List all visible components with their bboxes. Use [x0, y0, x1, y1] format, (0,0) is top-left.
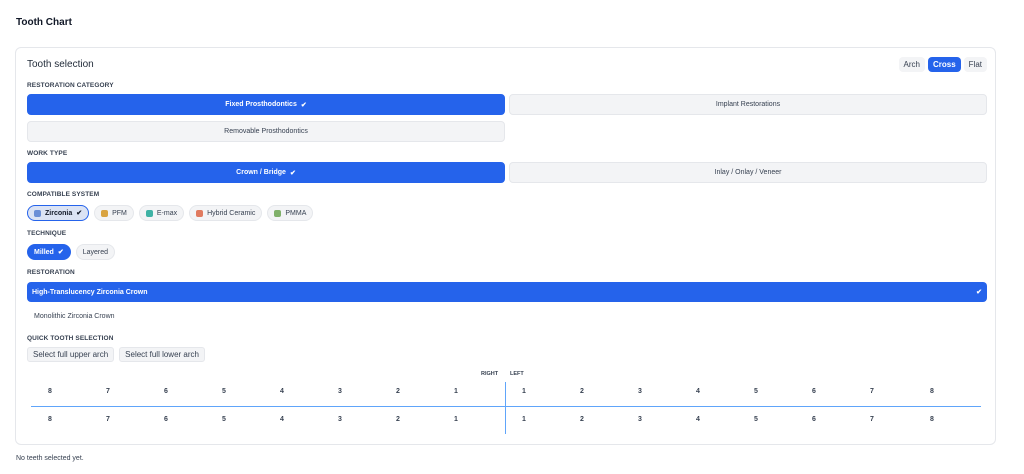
fixed-prosthodontics-button[interactable]: Fixed Prosthodontics ✔	[27, 94, 505, 115]
tooth-upper-left-6[interactable]: 6	[799, 388, 829, 395]
technique-layered-button[interactable]: Layered	[75, 244, 116, 260]
tooth-upper-right-3[interactable]: 3	[325, 388, 355, 395]
tooth-lower-left-1[interactable]: 1	[509, 416, 539, 423]
tooth-lower-left-6[interactable]: 6	[799, 416, 829, 423]
work-type-label: WORK TYPE	[27, 150, 68, 157]
selection-status: No teeth selected yet.	[16, 455, 84, 462]
checkmark-icon: ✔	[289, 169, 296, 177]
checkmark-icon: ✔	[300, 101, 307, 109]
select-upper-arch-button[interactable]: Select full upper arch	[27, 347, 115, 362]
technique-label: TECHNIQUE	[27, 230, 67, 237]
removable-prosthodontics-label: Removable Prosthodontics	[224, 128, 308, 135]
tooth-lower-left-2[interactable]: 2	[567, 416, 597, 423]
restoration-option-label: Monolithic Zirconia Crown	[34, 312, 115, 320]
card-title: Tooth selection	[27, 59, 94, 70]
crown-bridge-label: Crown / Bridge	[236, 169, 286, 176]
tooth-upper-left-7[interactable]: 7	[857, 388, 887, 395]
left-side-label: LEFT	[510, 371, 524, 377]
restoration-option-label: High-Translucency Zirconia Crown	[32, 288, 148, 296]
tooth-lower-left-7[interactable]: 7	[857, 416, 887, 423]
tooth-upper-left-4[interactable]: 4	[683, 388, 713, 395]
checkmark-icon: ✔	[57, 249, 64, 256]
compatible-system-chips: Zirconia ✔ PFM E-max Hybrid Ceramic PMMA	[27, 205, 314, 221]
tooth-upper-left-2[interactable]: 2	[567, 388, 597, 395]
tooth-lower-left-4[interactable]: 4	[683, 416, 713, 423]
right-side-label: RIGHT	[481, 371, 499, 377]
inlay-onlay-veneer-label: Inlay / Onlay / Veneer	[714, 169, 782, 176]
emax-swatch-icon	[145, 209, 153, 217]
tooth-lower-right-8[interactable]: 8	[35, 416, 65, 423]
tooth-upper-left-8[interactable]: 8	[917, 388, 947, 395]
system-chip-label: Zirconia	[45, 209, 73, 217]
tooth-upper-right-4[interactable]: 4	[267, 388, 297, 395]
tooth-upper-right-7[interactable]: 7	[93, 388, 123, 395]
inlay-onlay-veneer-button[interactable]: Inlay / Onlay / Veneer	[509, 162, 987, 183]
view-cross-button[interactable]: Cross	[927, 57, 961, 72]
checkmark-icon: ✔	[76, 210, 83, 217]
tooth-upper-right-8[interactable]: 8	[35, 388, 65, 395]
tooth-upper-right-1[interactable]: 1	[441, 388, 471, 395]
system-chip-hybrid-ceramic[interactable]: Hybrid Ceramic	[189, 205, 263, 221]
crown-bridge-button[interactable]: Crown / Bridge ✔	[27, 162, 505, 183]
system-chip-label: PMMA	[285, 209, 307, 217]
hybrid-ceramic-swatch-icon	[196, 209, 204, 217]
pfm-swatch-icon	[101, 209, 109, 217]
view-flat-button[interactable]: Flat	[963, 57, 987, 72]
restoration-category-label: RESTORATION CATEGORY	[27, 82, 114, 89]
system-chip-label: E-max	[156, 209, 178, 217]
technique-chips: Milled ✔ Layered	[27, 244, 116, 260]
select-lower-arch-button[interactable]: Select full lower arch	[119, 347, 205, 362]
implant-restorations-label: Implant Restorations	[715, 101, 781, 108]
fixed-prosthodontics-label: Fixed Prosthodontics	[225, 101, 297, 108]
view-toggle: Arch Cross Flat	[898, 57, 987, 72]
tooth-lower-right-1[interactable]: 1	[441, 416, 471, 423]
removable-prosthodontics-button[interactable]: Removable Prosthodontics	[27, 121, 505, 142]
tooth-lower-right-7[interactable]: 7	[93, 416, 123, 423]
tooth-upper-left-5[interactable]: 5	[741, 388, 771, 395]
technique-milled-button[interactable]: Milled ✔	[27, 244, 71, 260]
system-chip-label: Hybrid Ceramic	[207, 209, 256, 217]
technique-layered-label: Layered	[82, 248, 109, 256]
implant-restorations-button[interactable]: Implant Restorations	[509, 94, 987, 115]
quick-selection-buttons: Select full upper arch Select full lower…	[27, 347, 205, 362]
system-chip-pfm[interactable]: PFM	[94, 205, 134, 221]
tooth-upper-right-5[interactable]: 5	[209, 388, 239, 395]
tooth-selection-card: Tooth selection Arch Cross Flat RESTORAT…	[15, 47, 996, 445]
tooth-lower-left-8[interactable]: 8	[917, 416, 947, 423]
tooth-lower-right-3[interactable]: 3	[325, 416, 355, 423]
system-chip-emax[interactable]: E-max	[138, 205, 185, 221]
restoration-option[interactable]: Monolithic Zirconia Crown	[29, 306, 989, 326]
tooth-lower-right-2[interactable]: 2	[383, 416, 413, 423]
tooth-upper-left-3[interactable]: 3	[625, 388, 655, 395]
occlusal-divider	[31, 406, 981, 407]
technique-milled-label: Milled	[34, 248, 54, 256]
restoration-label: RESTORATION	[27, 269, 75, 276]
checkmark-icon: ✔	[976, 289, 982, 296]
tooth-lower-right-4[interactable]: 4	[267, 416, 297, 423]
quick-tooth-selection-label: QUICK TOOTH SELECTION	[27, 335, 114, 342]
tooth-lower-left-5[interactable]: 5	[741, 416, 771, 423]
page-title: Tooth Chart	[16, 17, 72, 28]
compatible-system-label: COMPATIBLE SYSTEM	[27, 191, 100, 198]
tooth-upper-right-6[interactable]: 6	[151, 388, 181, 395]
restoration-option-selected[interactable]: High-Translucency Zirconia Crown ✔	[27, 282, 987, 302]
view-arch-button[interactable]: Arch	[898, 57, 925, 72]
tooth-lower-right-6[interactable]: 6	[151, 416, 181, 423]
pmma-swatch-icon	[274, 209, 282, 217]
tooth-upper-right-2[interactable]: 2	[383, 388, 413, 395]
system-chip-zirconia[interactable]: Zirconia ✔	[27, 205, 90, 221]
tooth-lower-right-5[interactable]: 5	[209, 416, 239, 423]
midline-divider	[505, 382, 506, 434]
system-chip-pmma[interactable]: PMMA	[267, 205, 314, 221]
system-chip-label: PFM	[112, 209, 127, 217]
tooth-lower-left-3[interactable]: 3	[625, 416, 655, 423]
zirconia-swatch-icon	[34, 209, 41, 217]
tooth-upper-left-1[interactable]: 1	[509, 388, 539, 395]
